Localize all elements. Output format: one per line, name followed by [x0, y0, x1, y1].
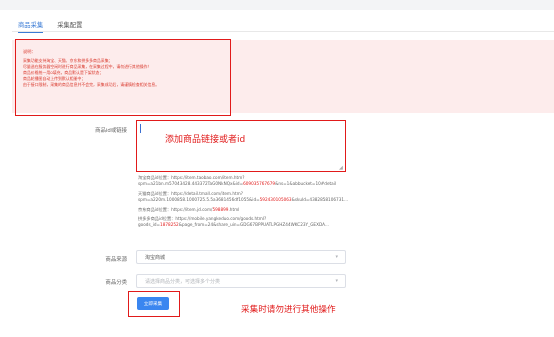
notice-lines: 采集功能支持淘宝、天猫、京东和拼多多商品采集； 尽量选在服务器空闲时进行商品采集…	[23, 58, 159, 88]
pdd-example-line2: goods_id=1878252&page_from=24&share_uin=…	[138, 222, 329, 228]
notice-title: 说明：	[23, 49, 36, 54]
operation-hint-annotation: 采集时请勿进行其他操作	[241, 305, 336, 315]
link-textarea[interactable]	[136, 120, 346, 172]
tmall-example-line2: spm=a220m.1000858.1000725.5.5a3681456df1…	[138, 197, 349, 203]
link-examples: 淘宝商品id位置：https://item.taobao.com/item.ht…	[138, 175, 348, 229]
chevron-down-icon: ▾	[335, 254, 338, 260]
taobao-example-line2: spm=a21bn.m57043428.443372TaG0NkNQx&id=6…	[138, 181, 337, 187]
tab-divider	[12, 31, 554, 32]
link-label: 商品id或链接	[95, 128, 127, 134]
text-caret	[140, 124, 141, 133]
category-select[interactable]: 请选择商品分类，可选择多个分类 ▾	[136, 274, 346, 288]
notice-line: 由于接口限制，采集的商品信息并不会完，采集成功后，请谨慎检查相关信息。	[23, 82, 160, 88]
source-select-value: 淘宝商城	[145, 255, 166, 261]
category-select-placeholder: 请选择商品分类，可选择多个分类	[145, 279, 221, 285]
chevron-down-icon: ▾	[335, 278, 338, 284]
collect-now-button[interactable]: 立即采集	[137, 297, 169, 310]
link-hint-annotation: 添加商品链接或者id	[165, 135, 246, 145]
resize-handle-icon[interactable]: ◢	[339, 165, 343, 171]
source-label: 商品来源	[105, 257, 127, 263]
category-label: 商品分类	[105, 280, 127, 286]
source-select[interactable]: 淘宝商城 ▾	[136, 250, 346, 264]
top-bar	[0, 0, 554, 10]
